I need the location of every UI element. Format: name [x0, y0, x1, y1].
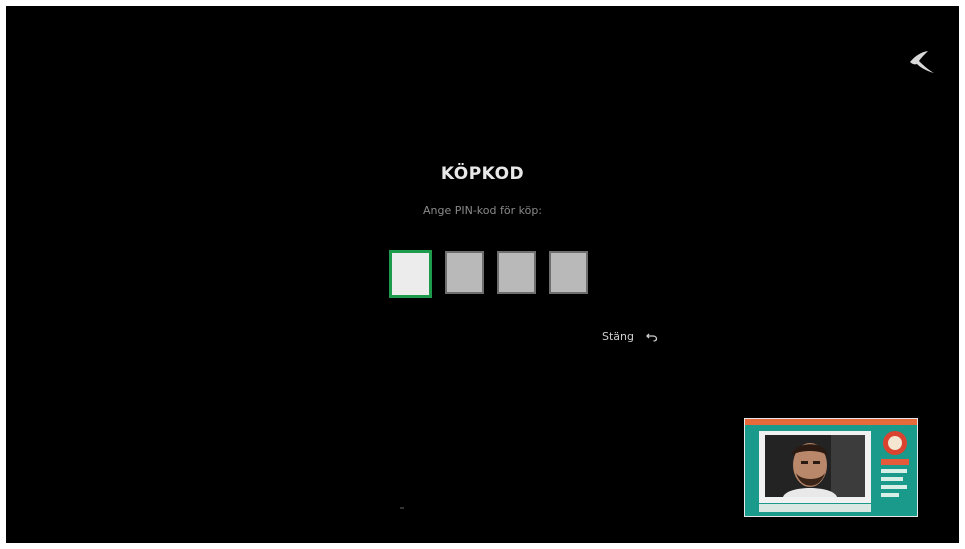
pip-top-bar [745, 419, 917, 425]
pip-bottom-strip [759, 504, 871, 512]
dialog-title: KÖPKOD [440, 164, 525, 184]
back-arrow-icon [646, 333, 658, 342]
pin-input-row [389, 250, 588, 298]
pin-digit-2[interactable] [445, 251, 484, 294]
dialog-subtitle: Ange PIN-kod för köp: [422, 204, 543, 217]
close-button[interactable]: Stäng [602, 330, 658, 343]
pip-video-frame [759, 431, 871, 503]
picture-in-picture-preview[interactable] [744, 418, 918, 517]
pip-video-image [765, 435, 865, 497]
pin-digit-1[interactable] [389, 250, 432, 298]
pin-digit-4[interactable] [549, 251, 588, 294]
pin-digit-3[interactable] [497, 251, 536, 294]
divider-dot [400, 507, 404, 509]
pip-side-graphic [881, 431, 909, 497]
tv-screen: KÖPKOD Ange PIN-kod för köp: Stäng [6, 6, 959, 543]
purchase-code-dialog: KÖPKOD Ange PIN-kod för köp: [6, 164, 959, 217]
brand-logo-icon [910, 51, 934, 73]
close-label: Stäng [602, 330, 634, 343]
